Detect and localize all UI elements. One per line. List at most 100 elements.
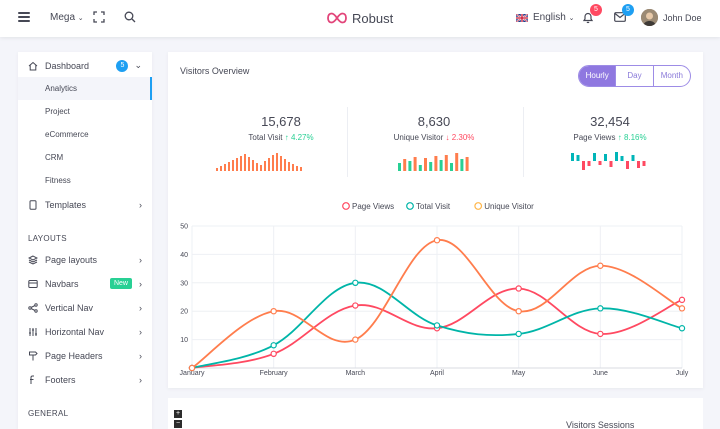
navbar-icon — [28, 279, 38, 288]
data-point — [597, 305, 604, 312]
mega-label: Mega — [50, 12, 76, 23]
sidebar-subitem-fitness[interactable]: Fitness — [18, 169, 152, 192]
card-title: Visitors Overview — [180, 66, 250, 76]
zoom-in-button[interactable]: + — [174, 410, 182, 418]
spark-bar — [465, 157, 469, 171]
period-toggle: Hourly Day Month — [578, 65, 691, 87]
mega-menu-dropdown[interactable]: Mega ⌄ — [50, 12, 84, 23]
spark-bar — [604, 154, 607, 161]
sidebar-item-dashboard[interactable]: Dashboard 5 ⌄ — [18, 54, 152, 77]
legend-label: Page Views — [352, 202, 394, 211]
spark-bar — [228, 162, 230, 171]
stat-label-text: Unique Visitor — [393, 133, 444, 142]
spark-bar — [216, 168, 218, 171]
sidebar-item-label: Templates — [45, 199, 87, 210]
stat-change: 2.30% — [451, 133, 475, 142]
stat-label-text: Total Visit — [248, 133, 283, 142]
y-tick-label: 40 — [180, 252, 188, 259]
sidebar-item-navbars[interactable]: Navbars New › — [18, 272, 152, 295]
section-heading-general: GENERAL — [28, 409, 69, 418]
language-label: English — [533, 12, 566, 23]
data-point — [433, 237, 441, 244]
y-tick-label: 50 — [180, 224, 188, 231]
spark-bar — [571, 153, 574, 161]
sidebar-item-footers[interactable]: Footers › — [18, 368, 152, 391]
spark-bar — [450, 163, 453, 171]
legend-label: Unique Visitor — [484, 202, 534, 211]
sidebar-item-page-headers[interactable]: Page Headers › — [18, 344, 152, 367]
spark-bar — [236, 158, 238, 171]
spark-bar — [637, 161, 640, 168]
search-icon[interactable] — [124, 11, 136, 23]
spark-bar — [264, 161, 266, 171]
spark-bar — [260, 165, 262, 171]
visitors-line-chart: 10 20 30 40 50 January February March April May Ju… — [168, 197, 703, 388]
spark-bar — [642, 161, 646, 166]
layers-icon — [28, 254, 38, 265]
stat-value: 32,454 — [590, 114, 630, 129]
data-point — [270, 307, 277, 315]
data-point — [597, 330, 604, 338]
tablet-icon — [29, 199, 37, 210]
spark-bar — [593, 153, 596, 161]
stat-total-visit: 15,678 Total Visit ↑ 4.27% — [196, 114, 366, 142]
spark-bar — [272, 155, 274, 171]
new-badge: New — [109, 278, 132, 289]
data-point — [270, 350, 277, 357]
dashboard-count-badge: 5 — [116, 59, 129, 72]
spark-bar — [276, 153, 278, 171]
active-indicator — [150, 77, 152, 100]
arrow-down-icon: ↓ — [445, 133, 450, 142]
tab-day[interactable]: Day — [615, 66, 652, 86]
data-point — [433, 322, 441, 329]
sidebar-item-vertical-nav[interactable]: Vertical Nav › — [18, 296, 152, 319]
spark-bar — [284, 159, 286, 171]
top-navbar: Mega ⌄ Robust English ⌄ 5 5 John Doe — [0, 0, 720, 37]
user-menu[interactable]: John Doe — [641, 9, 702, 26]
spark-bar — [418, 165, 422, 171]
section-heading-layouts: LAYOUTS — [28, 234, 67, 243]
spark-bar — [244, 154, 246, 171]
spark-bar — [434, 156, 438, 171]
arrow-up-icon: ↑ — [617, 133, 622, 142]
sidebar-subitem-crm[interactable]: CRM — [18, 146, 152, 169]
data-point — [352, 336, 359, 343]
data-point — [678, 305, 686, 312]
chevron-right-icon: › — [139, 199, 142, 210]
spark-bar — [439, 160, 443, 171]
tab-month[interactable]: Month — [652, 66, 690, 86]
spark-bar — [268, 158, 270, 171]
data-point — [678, 325, 686, 332]
tab-hourly[interactable]: Hourly — [579, 66, 616, 86]
spark-bar — [631, 155, 635, 161]
spark-bar — [587, 161, 591, 166]
spark-bar — [248, 157, 250, 171]
sidebar: Dashboard 5 ⌄ Analytics Project eCommerc… — [18, 52, 152, 429]
fullscreen-icon[interactable] — [93, 11, 105, 23]
sidebar-item-page-layouts[interactable]: Page layouts › — [18, 248, 152, 271]
sidebar-subitem-ecommerce[interactable]: eCommerce — [18, 123, 152, 146]
sidebar-subitem-analytics[interactable]: Analytics — [18, 77, 152, 100]
page-views-sparkline — [571, 152, 646, 170]
stat-label: Unique Visitor ↓ 2.30% — [349, 133, 519, 142]
infinity-logo-icon — [327, 12, 347, 24]
spark-bar — [220, 166, 222, 171]
sidebar-item-horizontal-nav[interactable]: Horizontal Nav › — [18, 320, 152, 343]
notification-count-badge: 5 — [590, 4, 602, 16]
spark-bar — [429, 162, 433, 171]
language-dropdown[interactable]: English ⌄ — [516, 12, 574, 23]
brand[interactable]: Robust — [327, 9, 393, 27]
spark-bar — [224, 164, 226, 171]
legend-label: Total Visit — [416, 202, 451, 211]
chevron-right-icon: › — [139, 350, 142, 361]
sidebar-item-templates[interactable]: Templates › — [18, 193, 152, 216]
menu-toggle-icon[interactable] — [18, 12, 30, 22]
zoom-out-button[interactable]: − — [174, 420, 182, 428]
total-visit-sparkline — [216, 153, 302, 171]
spark-bar — [240, 156, 242, 171]
stat-label-text: Page Views — [573, 133, 616, 142]
sidebar-subitem-project[interactable]: Project — [18, 100, 152, 123]
divider — [523, 107, 524, 177]
stat-page-views: 32,454 Page Views ↑ 8.16% — [525, 114, 695, 142]
card-title: Visitors Sessions — [566, 420, 635, 429]
